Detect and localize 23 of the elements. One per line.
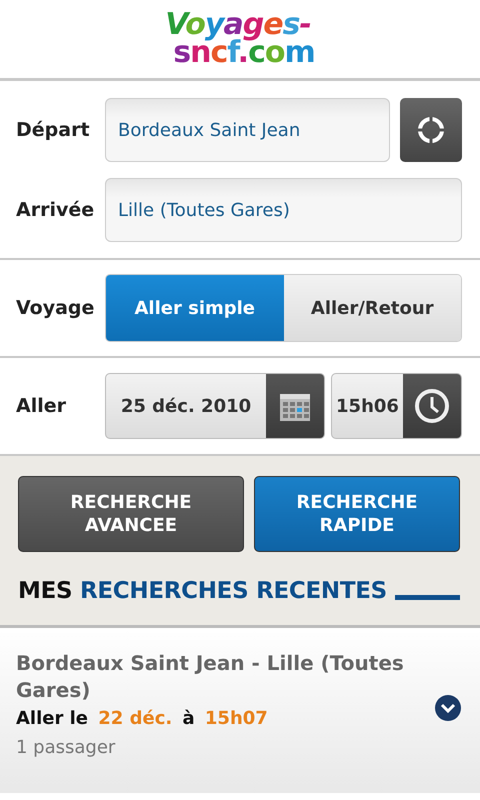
date-picker[interactable]: 25 déc. 2010 (105, 373, 325, 439)
field-label: Aller (16, 395, 67, 417)
date-value: 25 déc. 2010 (120, 394, 252, 418)
segment-tab[interactable]: Aller simple (106, 275, 284, 341)
section-heading: MES RECHERCHES RECENTES (18, 578, 387, 604)
search-button[interactable]: RECHERCHE AVANCEE (18, 476, 244, 552)
trip-time: Aller le 22 déc. à 15h07 (16, 708, 269, 729)
crosshair-icon (416, 115, 446, 145)
input-field[interactable]: Bordeaux Saint Jean (105, 98, 390, 162)
passenger-count: 1 passager (16, 737, 116, 758)
input-field[interactable]: Lille (Toutes Gares) (105, 178, 462, 242)
time-value: 15h06 (335, 394, 400, 418)
field-label: Voyage (16, 297, 96, 319)
locate-button[interactable] (400, 98, 462, 162)
chevron-down-icon[interactable] (434, 694, 462, 722)
route-title: Bordeaux Saint Jean - Lille (Toutes Gares) (16, 650, 405, 704)
field-label: Départ (16, 119, 91, 141)
search-button[interactable]: RECHERCHE RAPIDE (254, 476, 460, 552)
segment-tab[interactable]: Aller/Retour (284, 275, 461, 341)
clock-icon (414, 388, 450, 424)
field-label: Arrivée (16, 199, 96, 221)
time-picker[interactable]: 15h06 (331, 373, 462, 439)
logo: Voyages- sncf.com (165, 10, 315, 68)
